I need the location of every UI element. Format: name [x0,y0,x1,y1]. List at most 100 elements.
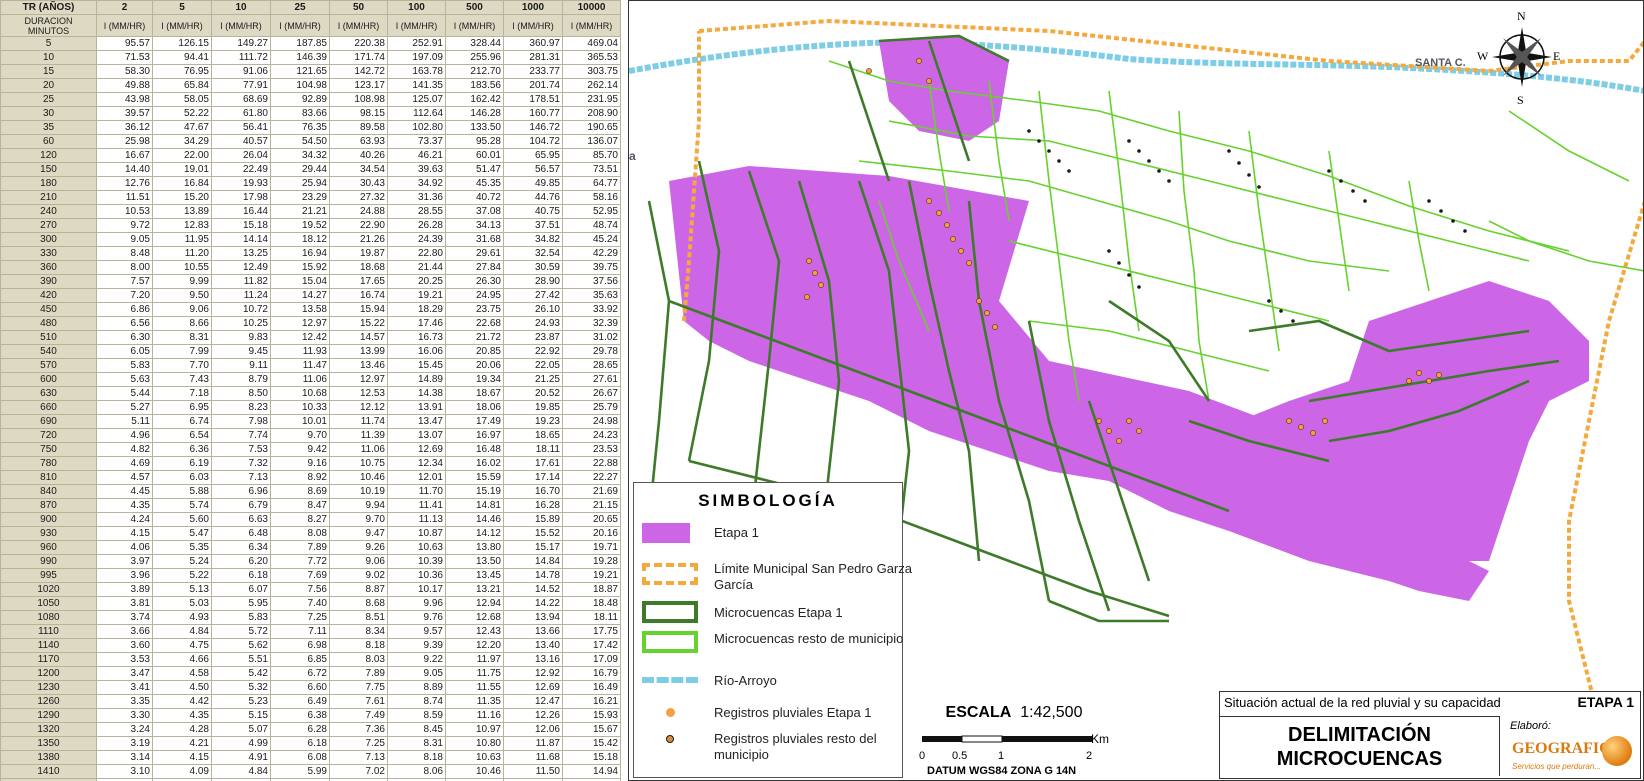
intensity-cell: 16.79 [562,666,621,681]
intensity-cell: 12.76 [96,176,153,191]
intensity-cell: 47.67 [152,120,212,135]
duration-cell: 810 [0,470,97,485]
intensity-cell: 16.28 [503,498,563,513]
intensity-cell: 13.94 [503,610,563,625]
scale-bar [922,735,1092,743]
table-row: 1410 3.10 4.09 4.84 5.99 7.02 8.06 10.46 11.50 14… [0,764,621,779]
intensity-cell: 7.89 [270,540,330,555]
intensity-cell: 5.22 [152,568,212,583]
intensity-cell: 4.93 [152,610,212,625]
legend-label: Río-Arroyo [714,673,777,688]
intensity-cell: 9.57 [387,624,446,639]
intensity-cell: 4.15 [152,750,212,765]
intensity-cell: 6.19 [152,456,212,471]
table-row: 1110 3.66 4.84 5.72 7.11 8.34 9.57 12.43 13.66 17… [0,624,621,639]
intensity-cell: 25.79 [562,400,621,415]
intensity-cell: 5.47 [152,526,212,541]
intensity-cell: 71.53 [96,50,153,65]
intensity-cell: 6.36 [152,442,212,457]
intensity-cell: 7.13 [211,470,271,485]
intensity-cell: 14.78 [503,568,563,583]
table-row: 1380 3.14 4.15 4.91 6.08 7.13 8.18 10.63 11.68 15… [0,750,621,765]
duration-cell: 270 [0,218,97,233]
duration-cell: 330 [0,246,97,261]
intensity-cell: 28.90 [503,274,563,289]
intensity-cell: 26.28 [387,218,446,233]
intensity-cell: 12.53 [329,386,388,401]
intensity-cell: 30.43 [329,176,388,191]
registros-resto-icon [666,735,674,743]
intensity-cell: 104.72 [503,134,563,149]
intensity-cell: 20.16 [562,526,621,541]
intensity-cell: 3.96 [96,568,153,583]
table-row: 720 4.96 6.54 7.74 9.70 11.39 13.07 16.97 18.65 2… [0,428,621,443]
intensity-cell: 5.83 [211,610,271,625]
duration-cell: 60 [0,134,97,149]
table-row: 25 43.98 58.05 68.69 92.89 108.98 125.07 162.42… [0,92,621,107]
rainfall-intensity-table: TR (AÑOS) 2 5 10 25 50 100 500 1000 10000 DURACIO… [0,0,621,781]
duration-cell: 120 [0,148,97,163]
intensity-cell: 6.30 [96,330,153,345]
table-row: 330 8.48 11.20 13.25 16.94 19.87 22.80 29.61 32.… [0,246,621,261]
intensity-cell: 26.04 [211,148,271,163]
intensity-cell: 22.68 [445,316,504,331]
intensity-cell: 52.22 [152,106,212,121]
duration-cell: 1350 [0,736,97,751]
intensity-cell: 4.75 [152,638,212,653]
intensity-cell: 7.13 [329,750,388,765]
registros-etapa1-icon [666,708,675,717]
intensity-cell: 9.70 [329,512,388,527]
intensity-cell: 14.81 [445,498,504,513]
intensity-cell: 6.18 [211,568,271,583]
intensity-cell: 8.08 [270,526,330,541]
intensity-cell: 11.47 [270,358,330,373]
intensity-cell: 15.89 [503,512,563,527]
legend: SIMBOLOGÍA Etapa 1 Límite Municipal San … [633,482,912,778]
intensity-cell: 45.35 [445,176,504,191]
intensity-cell: 111.72 [211,50,271,65]
duration-cell: 600 [0,372,97,387]
intensity-cell: 10.68 [270,386,330,401]
intensity-cell: 112.64 [387,106,446,121]
intensity-cell: 9.94 [329,498,388,513]
table-row: 240 10.53 13.89 16.44 21.21 24.88 28.55 37.08 40… [0,204,621,219]
intensity-cell: 5.62 [211,638,271,653]
duration-cell: 780 [0,456,97,471]
table-row: 960 4.06 5.35 6.34 7.89 9.26 10.63 13.80 15.17 19… [0,540,621,555]
intensity-cell: 56.41 [211,120,271,135]
intensity-cell: 23.87 [503,330,563,345]
intensity-cell: 6.86 [96,302,153,317]
intensity-cell: 8.23 [211,400,271,415]
municipal-boundary-icon [642,563,698,585]
intensity-cell: 3.81 [96,596,153,611]
intensity-cell: 8.00 [96,260,153,275]
intensity-cell: 5.07 [211,722,271,737]
intensity-cell: 19.01 [152,162,212,177]
intensity-cell: 13.47 [387,414,446,429]
intensity-cell: 11.13 [387,512,446,527]
table-row: 30 39.57 52.22 61.80 83.66 98.15 112.64 146.28 1… [0,106,621,121]
intensity-cell: 40.75 [503,204,563,219]
duration-label: DURACION MINUTOS [0,14,97,37]
map-title: DELIMITACIÓN MICROCUENCAS [1220,716,1500,776]
table-row: 510 6.30 8.31 9.83 12.42 14.57 16.73 21.72 23.87… [0,330,621,345]
intensity-cell: 5.35 [152,540,212,555]
duration-cell: 660 [0,400,97,415]
intensity-cell: 18.11 [503,442,563,457]
intensity-cell: 15.67 [562,722,621,737]
return-period-header: 1000 [503,0,563,15]
etapa1-swatch-icon [642,523,690,543]
intensity-cell: 15.22 [329,316,388,331]
intensity-cell: 29.44 [270,162,330,177]
intensity-cell: 10.19 [329,484,388,499]
table-row: 180 12.76 16.84 19.93 25.94 30.43 34.92 45.35 49… [0,176,621,191]
intensity-cell: 28.55 [387,204,446,219]
duration-cell: 1290 [0,708,97,723]
intensity-cell: 12.94 [445,596,504,611]
intensity-cell: 12.26 [503,708,563,723]
intensity-cell: 8.47 [270,498,330,513]
intensity-cell: 8.59 [387,708,446,723]
intensity-cell: 4.69 [96,456,153,471]
return-period-header-row: TR (AÑOS) 2 5 10 25 50 100 500 1000 10000 [0,0,621,15]
intensity-cell: 11.41 [387,498,446,513]
